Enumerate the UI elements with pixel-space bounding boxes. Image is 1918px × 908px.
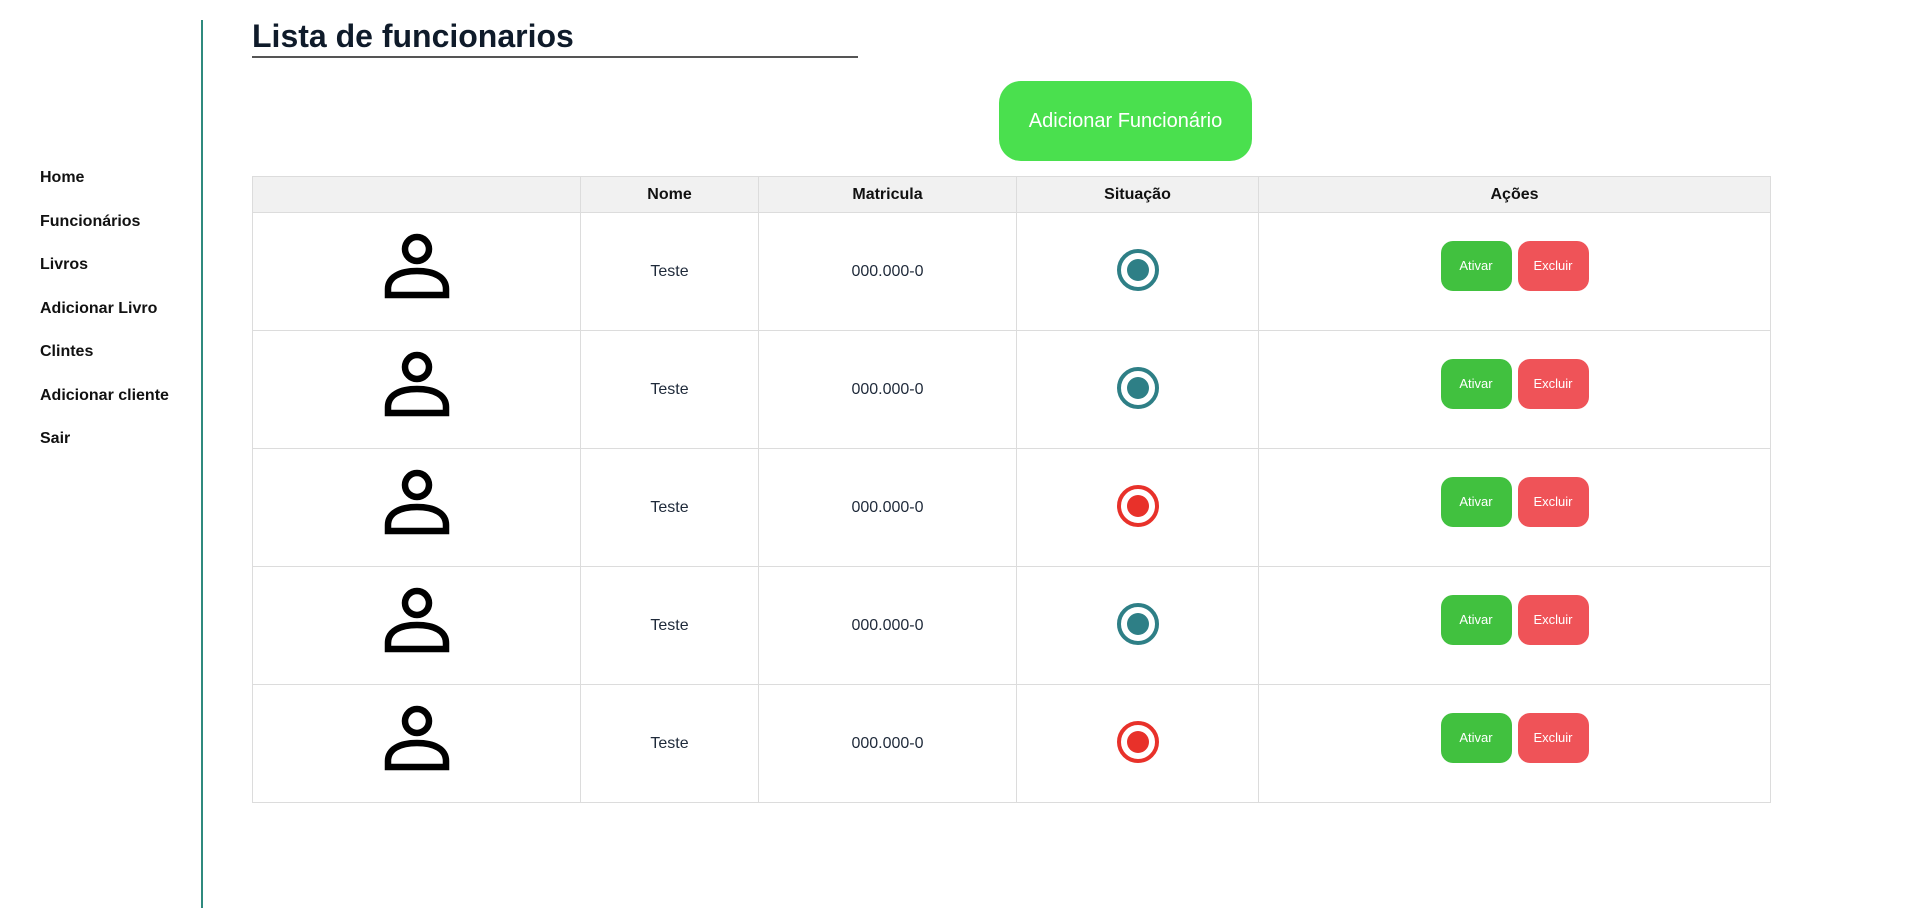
acoes-cell: Ativar Excluir: [1258, 684, 1771, 803]
table-row: Teste 000.000-0 Ativar Excluir: [252, 330, 1771, 449]
ativar-button[interactable]: Ativar: [1440, 240, 1512, 291]
funcionarios-table: Nome Matricula Situação Ações Teste 000.0…: [252, 176, 1771, 803]
sidebar-item-livros[interactable]: Livros: [40, 250, 169, 294]
sidebar-divider: [201, 20, 203, 908]
table-row: Teste 000.000-0 Ativar Excluir: [252, 566, 1771, 685]
situacao-cell: [1016, 330, 1259, 449]
status-radio-icon: [1017, 602, 1258, 649]
column-header-nome: Nome: [580, 176, 759, 213]
person-icon: [253, 705, 580, 779]
avatar-cell: [252, 330, 581, 449]
situacao-cell: [1016, 448, 1259, 567]
nome-cell: Teste: [580, 566, 759, 685]
sidebar-nav: Home Funcionários Livros Adicionar Livro…: [40, 163, 169, 468]
ativar-button[interactable]: Ativar: [1440, 594, 1512, 645]
avatar-cell: [252, 566, 581, 685]
matricula-cell: 000.000-0: [758, 684, 1017, 803]
acoes-cell: Ativar Excluir: [1258, 448, 1771, 567]
sidebar-item-clientes[interactable]: Clintes: [40, 337, 169, 381]
column-header-matricula: Matricula: [758, 176, 1017, 213]
person-icon: [253, 587, 580, 661]
nome-cell: Teste: [580, 448, 759, 567]
excluir-button[interactable]: Excluir: [1517, 476, 1589, 527]
table-header-row: Nome Matricula Situação Ações: [252, 176, 1771, 213]
sidebar-item-funcionarios[interactable]: Funcionários: [40, 207, 169, 251]
sidebar-item-adicionar-cliente[interactable]: Adicionar cliente: [40, 381, 169, 425]
situacao-cell: [1016, 684, 1259, 803]
title-underline: [252, 56, 858, 58]
excluir-button[interactable]: Excluir: [1517, 594, 1589, 645]
situacao-cell: [1016, 566, 1259, 685]
ativar-button[interactable]: Ativar: [1440, 358, 1512, 409]
ativar-button[interactable]: Ativar: [1440, 712, 1512, 763]
status-radio-icon: [1017, 484, 1258, 531]
excluir-button[interactable]: Excluir: [1517, 358, 1589, 409]
column-header-acoes: Ações: [1258, 176, 1771, 213]
nome-cell: Teste: [580, 330, 759, 449]
person-icon: [253, 469, 580, 543]
sidebar-item-sair[interactable]: Sair: [40, 424, 169, 468]
table-row: Teste 000.000-0 Ativar Excluir: [252, 684, 1771, 803]
situacao-cell: [1016, 212, 1259, 331]
column-header-situacao: Situação: [1016, 176, 1259, 213]
person-icon: [253, 351, 580, 425]
excluir-button[interactable]: Excluir: [1517, 712, 1589, 763]
matricula-cell: 000.000-0: [758, 330, 1017, 449]
table-row: Teste 000.000-0 Ativar Excluir: [252, 448, 1771, 567]
table-body: Teste 000.000-0 Ativar Excluir Teste 000.000-…: [252, 212, 1771, 803]
sidebar-item-home[interactable]: Home: [40, 163, 169, 207]
status-radio-icon: [1017, 248, 1258, 295]
column-header-avatar: [252, 176, 581, 213]
acoes-cell: Ativar Excluir: [1258, 330, 1771, 449]
nome-cell: Teste: [580, 212, 759, 331]
ativar-button[interactable]: Ativar: [1440, 476, 1512, 527]
matricula-cell: 000.000-0: [758, 566, 1017, 685]
acoes-cell: Ativar Excluir: [1258, 212, 1771, 331]
avatar-cell: [252, 684, 581, 803]
add-funcionario-button[interactable]: Adicionar Funcionário: [999, 81, 1252, 161]
person-icon: [253, 233, 580, 307]
sidebar: Home Funcionários Livros Adicionar Livro…: [0, 0, 203, 908]
excluir-button[interactable]: Excluir: [1517, 240, 1589, 291]
avatar-cell: [252, 448, 581, 567]
status-radio-icon: [1017, 366, 1258, 413]
acoes-cell: Ativar Excluir: [1258, 566, 1771, 685]
status-radio-icon: [1017, 720, 1258, 767]
sidebar-item-adicionar-livro[interactable]: Adicionar Livro: [40, 294, 169, 338]
matricula-cell: 000.000-0: [758, 448, 1017, 567]
matricula-cell: 000.000-0: [758, 212, 1017, 331]
table-row: Teste 000.000-0 Ativar Excluir: [252, 212, 1771, 331]
nome-cell: Teste: [580, 684, 759, 803]
avatar-cell: [252, 212, 581, 331]
page-title: Lista de funcionarios: [252, 18, 574, 54]
